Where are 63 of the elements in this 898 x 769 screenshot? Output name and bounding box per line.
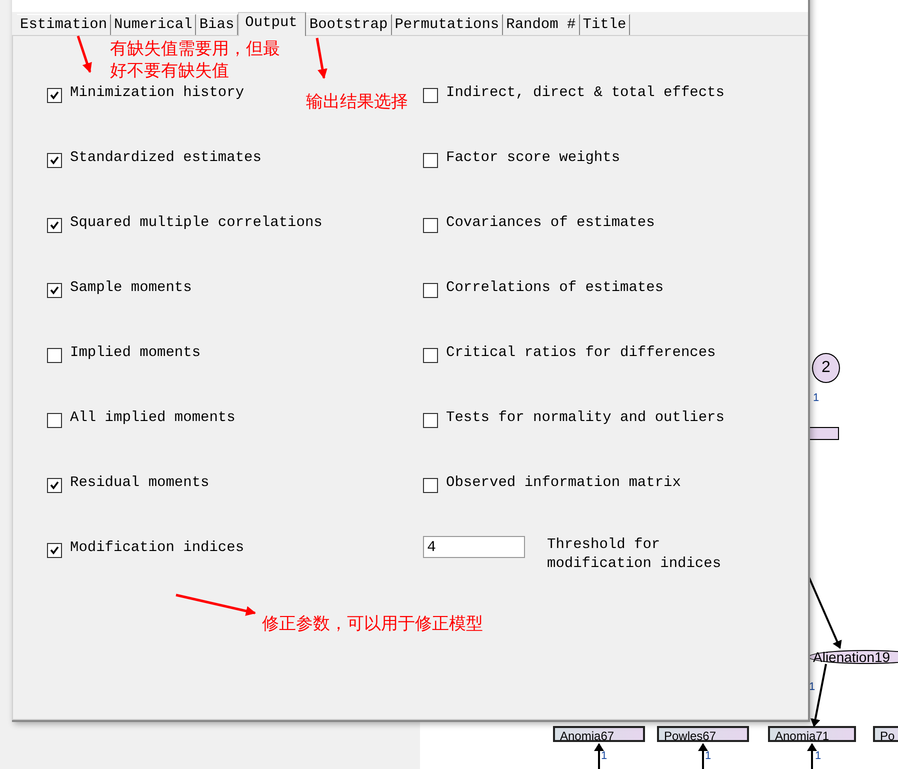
observed-variable-box: Anomia67 — [553, 726, 645, 742]
path-arrow — [807, 743, 817, 769]
observed-variable-box: Powles67 — [657, 726, 749, 742]
path-weight: 1 — [813, 392, 820, 404]
tab[interactable]: Title — [580, 14, 630, 35]
checkbox[interactable] — [47, 283, 62, 298]
checkbox[interactable] — [423, 348, 438, 363]
checkbox[interactable] — [423, 153, 438, 168]
threshold-field[interactable]: 4 — [423, 536, 525, 558]
annotation-text: 输出结果选择 — [306, 91, 408, 114]
tab[interactable]: Output — [238, 12, 306, 36]
checkbox-label: Indirect, direct & total effects — [446, 85, 724, 101]
check-icon — [49, 480, 60, 491]
checkbox-label: Residual moments — [70, 475, 210, 491]
check-icon — [49, 155, 60, 166]
checkbox-label: Modification indices — [70, 540, 244, 556]
checkbox-label: Sample moments — [70, 280, 192, 296]
checkbox[interactable] — [47, 478, 62, 493]
tab[interactable]: Estimation — [17, 14, 112, 35]
checkbox[interactable] — [423, 413, 438, 428]
checkbox-label: Minimization history — [70, 85, 244, 101]
checkbox-label: Factor score weights — [446, 150, 620, 166]
checkbox-label: Correlations of estimates — [446, 280, 664, 296]
checkbox-label: Tests for normality and outliers — [446, 410, 724, 426]
annotation-text: 有缺失值需要用，但最好不要有缺失值 — [110, 38, 281, 82]
checkbox[interactable] — [47, 543, 62, 558]
checkbox-label: Covariances of estimates — [446, 215, 655, 231]
checkbox-label: Standardized estimates — [70, 150, 262, 166]
checkbox-label: All implied moments — [70, 410, 236, 426]
checkbox[interactable] — [47, 153, 62, 168]
checkbox-label: Observed information matrix — [446, 475, 681, 491]
checkbox[interactable] — [423, 88, 438, 103]
checkbox[interactable] — [47, 218, 62, 233]
tab[interactable]: Numerical — [111, 14, 196, 35]
checkbox[interactable] — [423, 218, 438, 233]
observed-variable-box: Po — [873, 726, 898, 742]
annotation-arrow — [316, 38, 328, 79]
annotation-arrow — [76, 36, 92, 73]
path-weight: 1 — [815, 750, 822, 762]
path-weight: 1 — [705, 750, 712, 762]
observed-variable-box: Anomia71 — [768, 726, 856, 742]
annotation-text: 修正参数，可以用于修正模型 — [262, 613, 483, 636]
checkbox[interactable] — [47, 348, 62, 363]
check-icon — [49, 285, 60, 296]
path-arrow — [810, 664, 827, 727]
checkbox[interactable] — [47, 88, 62, 103]
path-weight: 1 — [601, 750, 608, 762]
variable-box — [808, 427, 839, 440]
tab[interactable]: Random # — [503, 14, 580, 35]
tab[interactable]: Bias — [196, 14, 238, 35]
threshold-label: Threshold for modification indices — [547, 536, 722, 574]
checkbox[interactable] — [47, 413, 62, 428]
checkbox-label: Implied moments — [70, 345, 201, 361]
path-weight: 1 — [809, 681, 816, 693]
check-icon — [49, 220, 60, 231]
tab[interactable]: Permutations — [392, 14, 504, 35]
checkbox-label: Critical ratios for differences — [446, 345, 716, 361]
checkbox[interactable] — [423, 283, 438, 298]
check-icon — [49, 545, 60, 556]
check-icon — [49, 90, 60, 101]
checkbox-label: Squared multiple correlations — [70, 215, 322, 231]
tab[interactable]: Bootstrap — [306, 14, 392, 35]
checkbox[interactable] — [423, 478, 438, 493]
